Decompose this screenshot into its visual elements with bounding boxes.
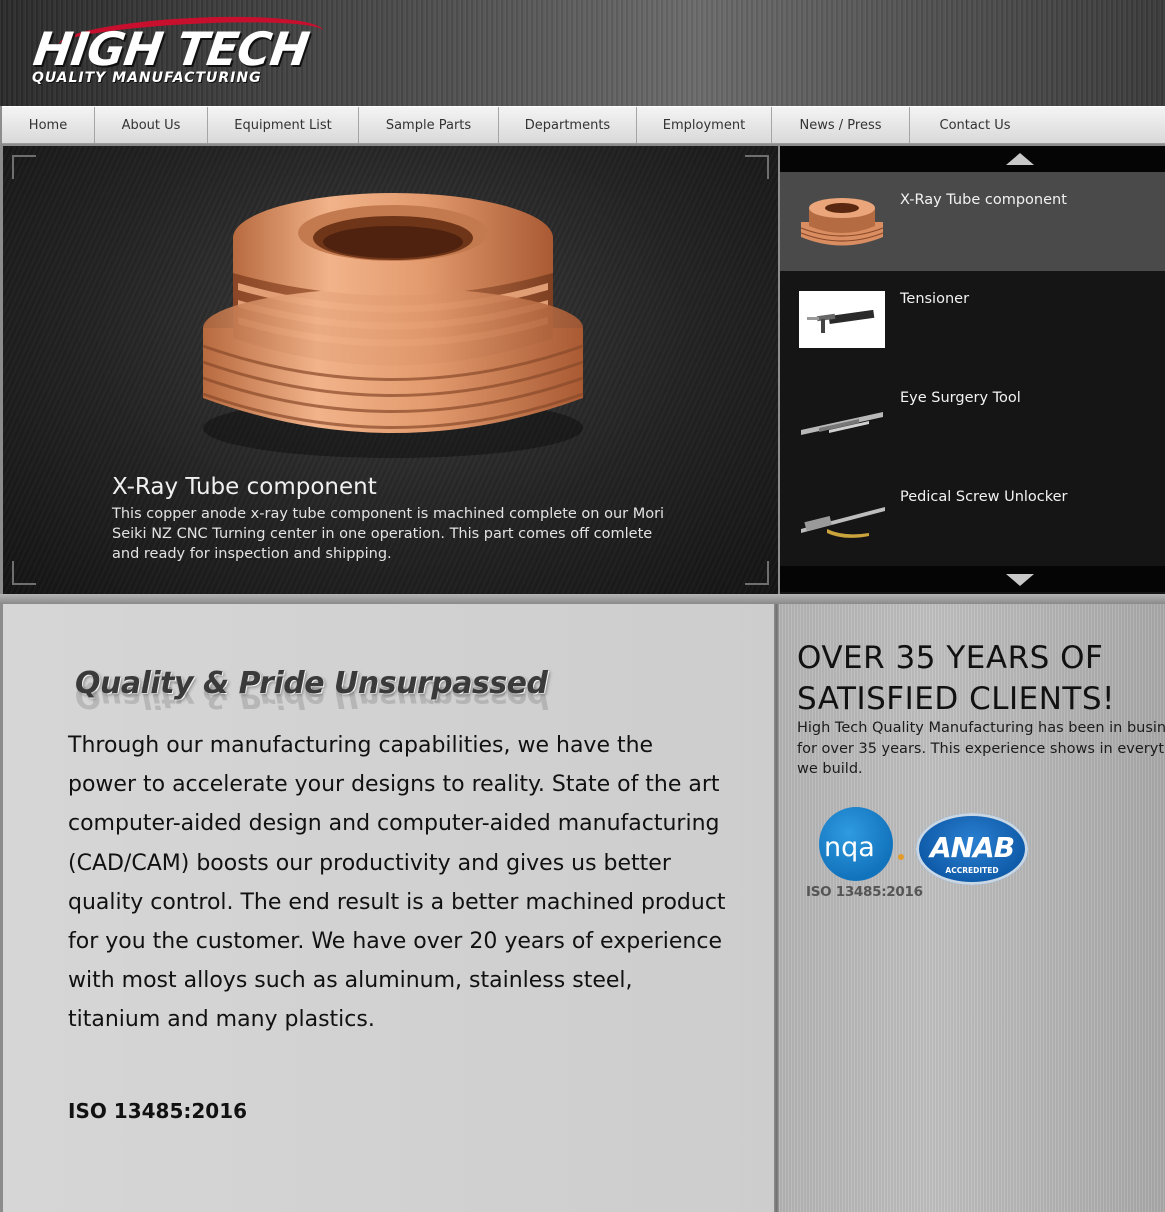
- sidebar-heading: OVER 35 YEARS OF SATISFIED CLIENTS!: [797, 640, 1115, 717]
- nav-employment[interactable]: Employment: [637, 107, 772, 143]
- section-divider: [0, 594, 1165, 604]
- thumb-item-xray-tube[interactable]: X-Ray Tube component: [780, 172, 1165, 271]
- frame-corner: [12, 155, 36, 179]
- nqa-iso-caption: ISO 13485:2016: [806, 884, 923, 900]
- slide-description: This copper anode x-ray tube component i…: [112, 506, 665, 562]
- thumb-label: Pedical Screw Unlocker: [900, 489, 1068, 505]
- tensioner-thumbnail: [799, 291, 885, 348]
- nqa-logo-dot: [898, 854, 904, 860]
- xray-tube-part-image: [202, 193, 584, 458]
- nav-about-us[interactable]: About Us: [95, 107, 208, 143]
- eye-surgery-tool-thumbnail: [801, 412, 883, 435]
- nav-home[interactable]: Home: [2, 107, 95, 143]
- xray-tube-thumbnail: [800, 198, 884, 246]
- arrow-down-icon: [1006, 574, 1034, 586]
- nav-news-press[interactable]: News / Press: [772, 107, 910, 143]
- nav-contact-us[interactable]: Contact Us: [910, 107, 1040, 143]
- scroll-up-button[interactable]: [780, 146, 1165, 172]
- nqa-logo-text: nqa: [824, 832, 875, 863]
- about-section: Quality & Pride Unsurpassed Quality & Pr…: [3, 604, 774, 1212]
- site-header: HIGH TECH QUALITY MANUFACTURING: [0, 0, 1165, 106]
- thumb-item-eye-surgery-tool[interactable]: Eye Surgery Tool: [780, 370, 1165, 469]
- anab-logo-text: ANAB: [929, 831, 1015, 864]
- thumb-label: Eye Surgery Tool: [900, 390, 1021, 406]
- slide-thumbnail-list: X-Ray Tube component Tensioner Eye Surge…: [780, 146, 1165, 594]
- slide-title: X-Ray Tube component: [112, 474, 377, 500]
- main-nav: Home About Us Equipment List Sample Part…: [2, 106, 1165, 144]
- pedical-screw-unlocker-thumbnail: [801, 507, 885, 538]
- nav-departments[interactable]: Departments: [499, 107, 637, 143]
- company-logo[interactable]: HIGH TECH QUALITY MANUFACTURING: [28, 11, 328, 94]
- nav-sample-parts[interactable]: Sample Parts: [359, 107, 499, 143]
- scroll-down-button[interactable]: [780, 566, 1165, 592]
- sidebar-paragraph: High Tech Quality Manufacturing has been…: [797, 720, 1165, 777]
- about-paragraph: Through our manufacturing capabilities, …: [68, 733, 726, 1033]
- sidebar-section: OVER 35 YEARS OF SATISFIED CLIENTS! High…: [779, 604, 1165, 1212]
- thumb-label: X-Ray Tube component: [900, 192, 1067, 208]
- thumb-label: Tensioner: [900, 291, 970, 307]
- frame-corner: [12, 561, 36, 585]
- nav-equipment-list[interactable]: Equipment List: [208, 107, 359, 143]
- featured-slide: X-Ray Tube component This copper anode x…: [3, 146, 778, 594]
- section-heading: Quality & Pride Unsurpassed: [75, 666, 548, 701]
- logo-wordmark: HIGH TECH: [30, 22, 312, 76]
- arrow-up-icon: [1006, 153, 1034, 165]
- frame-corner: [745, 561, 769, 585]
- logo-tagline: QUALITY MANUFACTURING: [32, 70, 262, 86]
- anab-logo-subtext: ACCREDITED: [945, 866, 999, 875]
- thumb-item-tensioner[interactable]: Tensioner: [780, 271, 1165, 370]
- frame-corner: [745, 155, 769, 179]
- iso-certification-text: ISO 13485:2016: [68, 1099, 248, 1123]
- thumb-item-pedical-screw-unlocker[interactable]: Pedical Screw Unlocker: [780, 469, 1165, 568]
